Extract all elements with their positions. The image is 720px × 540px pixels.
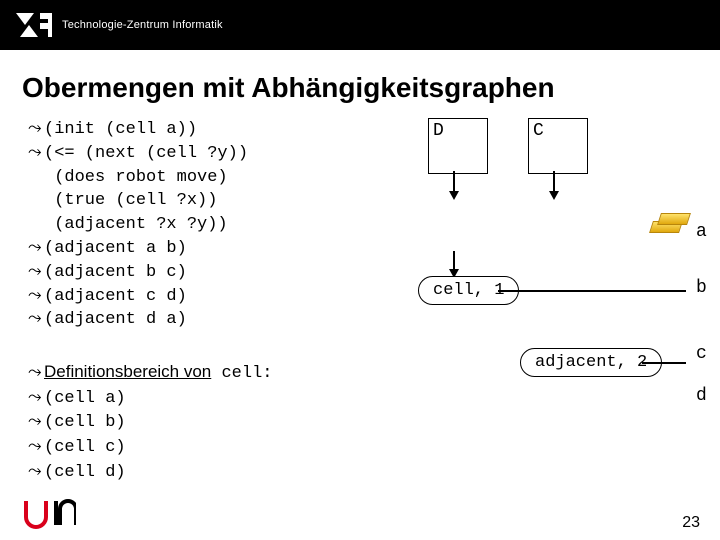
code-text: (adjacent a b) (44, 239, 187, 258)
slide-title: Obermengen mit Abhängigkeitsgraphen (22, 72, 720, 104)
code-text: (adjacent b c) (44, 263, 187, 282)
code-text: (adjacent c d) (44, 287, 187, 306)
right-label-a: a (696, 222, 707, 242)
code-text: (does robot move) (44, 168, 228, 187)
bullet-icon: ⤳ (28, 308, 44, 332)
bullet-icon: ⤳ (28, 118, 44, 142)
dependency-graph: A B D C cell, 1 adjacent, 2 a b c d (418, 118, 720, 438)
university-logo (20, 493, 76, 534)
code-text: (<= (next (cell ?y)) (44, 144, 248, 163)
graph-node-d: D (428, 118, 488, 174)
graph-edge (642, 362, 686, 364)
definition-line: ⤳(cell c) (28, 436, 720, 461)
slide-header: Technologie-Zentrum Informatik (0, 0, 720, 50)
tzi-logo-mark (14, 9, 54, 41)
code-text: (true (cell ?x)) (44, 191, 217, 210)
right-label-b: b (696, 278, 707, 298)
header-org-text: Technologie-Zentrum Informatik (62, 19, 223, 31)
code-text: (adjacent ?x ?y)) (44, 215, 228, 234)
adjacent-node: adjacent, 2 (520, 348, 662, 377)
bullet-icon: ⤳ (28, 461, 44, 486)
bullet-icon: ⤳ (28, 285, 44, 309)
graph-node-d-label: D (433, 121, 444, 141)
definition-text: (cell b) (44, 413, 126, 432)
tzi-logo: Technologie-Zentrum Informatik (14, 9, 223, 41)
page-number: 23 (682, 514, 700, 532)
right-label-d: d (696, 386, 707, 406)
graph-node-c: C (528, 118, 588, 174)
bullet-icon: ⤳ (28, 411, 44, 436)
arrowhead-icon (549, 191, 559, 200)
bullet-icon: ⤳ (28, 360, 44, 385)
arrowhead-icon (449, 191, 459, 200)
definition-heading-underlined: Definitionsbereich von (44, 362, 211, 381)
code-text: (init (cell a)) (44, 120, 197, 139)
bullet-icon: ⤳ (28, 261, 44, 285)
bullet-icon: ⤳ (28, 237, 44, 261)
code-text: (adjacent d a) (44, 310, 187, 329)
definition-text: (cell d) (44, 463, 126, 482)
definition-text: (cell c) (44, 438, 126, 457)
cell-node-label: cell, 1 (433, 281, 504, 300)
right-label-c: c (696, 344, 707, 364)
definition-text: (cell a) (44, 389, 126, 408)
definition-heading-mono: cell: (211, 364, 272, 383)
adjacent-node-label: adjacent, 2 (535, 353, 647, 372)
bullet-icon: ⤳ (28, 387, 44, 412)
bullet-icon: ⤳ (28, 436, 44, 461)
graph-node-c-label: C (533, 121, 544, 141)
definition-line: ⤳(cell d) (28, 461, 720, 486)
gold-bars-icon (651, 213, 685, 233)
bullet-icon: ⤳ (28, 142, 44, 166)
graph-edge (498, 290, 686, 292)
